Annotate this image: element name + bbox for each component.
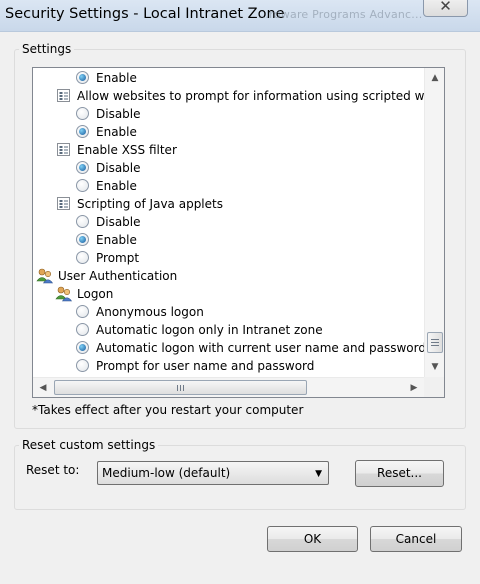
tree-item-label: Allow websites to prompt for information…	[77, 89, 424, 103]
radio-unchecked-icon[interactable]	[76, 107, 89, 120]
tree-item-label: Anonymous logon	[96, 305, 204, 319]
scroll-down-icon[interactable]: ▼	[425, 357, 444, 377]
scrollbar-corner	[424, 377, 444, 397]
users-icon	[55, 285, 73, 302]
category-user-authentication: User Authentication	[33, 267, 424, 285]
tree-item-label: Enable	[96, 179, 137, 193]
background-window-tabs: ...rdware Programs Advanc...	[258, 8, 423, 21]
radio-unchecked-icon[interactable]	[76, 323, 89, 336]
reset-level-value: Medium-low (default)	[102, 466, 231, 480]
radio-checked-icon[interactable]	[76, 161, 89, 174]
subcategory-logon: Logon	[33, 285, 424, 303]
option-enable[interactable]: Enable	[33, 231, 424, 249]
reset-button[interactable]: Reset...	[355, 460, 444, 487]
ok-button[interactable]: OK	[267, 526, 358, 552]
reset-level-dropdown[interactable]: Medium-low (default) ▼	[97, 461, 329, 485]
settings-legend: Settings	[22, 42, 72, 56]
horizontal-scroll-thumb[interactable]	[54, 380, 307, 395]
tree-item-label: Automatic logon with current user name a…	[96, 341, 424, 355]
settings-icon	[56, 196, 71, 211]
option-disable[interactable]: Disable	[33, 159, 424, 177]
option-disable[interactable]: Disable	[33, 105, 424, 123]
tree-item-label: Enable	[96, 71, 137, 85]
reset-to-label: Reset to:	[26, 463, 80, 477]
radio-unchecked-icon[interactable]	[76, 251, 89, 264]
tree-item-label: Disable	[96, 215, 141, 229]
option-prompt-for-user-name-and-password[interactable]: Prompt for user name and password	[33, 357, 424, 375]
tree-item-label: Scripting of Java applets	[77, 197, 223, 211]
setting-allow-websites-to-prompt-for-information-using-scripted-windows: Allow websites to prompt for information…	[33, 87, 424, 105]
close-button[interactable]: ✕	[423, 0, 468, 17]
radio-checked-icon[interactable]	[76, 233, 89, 246]
title-bar: Security Settings - Local Intranet Zone …	[0, 0, 480, 32]
radio-unchecked-icon[interactable]	[76, 305, 89, 318]
tree-item-label: Enable XSS filter	[77, 143, 177, 157]
scroll-left-icon[interactable]: ◀	[33, 378, 53, 397]
radio-unchecked-icon[interactable]	[76, 359, 89, 372]
restart-note: *Takes effect after you restart your com…	[32, 403, 304, 417]
users-icon	[36, 267, 54, 284]
radio-checked-icon[interactable]	[76, 341, 89, 354]
radio-checked-icon[interactable]	[76, 125, 89, 138]
tree-item-label: Disable	[96, 107, 141, 121]
cancel-button[interactable]: Cancel	[370, 526, 462, 552]
tree-item-label: Automatic logon only in Intranet zone	[96, 323, 323, 337]
horizontal-scrollbar[interactable]: ◀ ▶	[33, 377, 424, 397]
setting-enable-xss-filter: Enable XSS filter	[33, 141, 424, 159]
scroll-up-icon[interactable]: ▲	[425, 68, 444, 88]
tree-item-label: Prompt	[96, 251, 140, 265]
setting-scripting-of-java-applets: Scripting of Java applets	[33, 195, 424, 213]
option-enable[interactable]: Enable	[33, 69, 424, 87]
settings-icon	[56, 142, 71, 157]
settings-icon	[56, 88, 71, 103]
option-enable[interactable]: Enable	[33, 123, 424, 141]
option-disable[interactable]: Disable	[33, 213, 424, 231]
option-enable[interactable]: Enable	[33, 177, 424, 195]
tree-item-label: User Authentication	[58, 269, 178, 283]
radio-unchecked-icon[interactable]	[76, 215, 89, 228]
vertical-scrollbar[interactable]: ▲ ▼	[424, 68, 444, 377]
tree-item-label: Logon	[77, 287, 114, 301]
close-icon: ✕	[439, 0, 452, 15]
option-automatic-logon-only-in-intranet-zone[interactable]: Automatic logon only in Intranet zone	[33, 321, 424, 339]
settings-tree-viewport: Enable Allow websites to prompt for infor…	[33, 68, 424, 377]
option-anonymous-logon[interactable]: Anonymous logon	[33, 303, 424, 321]
tree-item-label: Enable	[96, 233, 137, 247]
scroll-right-icon[interactable]: ▶	[404, 378, 424, 397]
reset-legend: Reset custom settings	[22, 438, 156, 452]
tree-item-label: Disable	[96, 161, 141, 175]
radio-unchecked-icon[interactable]	[76, 179, 89, 192]
settings-tree[interactable]: Enable Allow websites to prompt for infor…	[32, 67, 445, 398]
window-title: Security Settings - Local Intranet Zone	[5, 6, 285, 22]
tree-item-label: Prompt for user name and password	[96, 359, 315, 373]
option-automatic-logon-with-current-user-name-and-password[interactable]: Automatic logon with current user name a…	[33, 339, 424, 357]
tree-item-label: Enable	[96, 125, 137, 139]
option-prompt[interactable]: Prompt	[33, 249, 424, 267]
radio-checked-icon[interactable]	[76, 71, 89, 84]
vertical-scroll-thumb[interactable]	[427, 332, 443, 353]
chevron-down-icon: ▼	[315, 469, 322, 479]
